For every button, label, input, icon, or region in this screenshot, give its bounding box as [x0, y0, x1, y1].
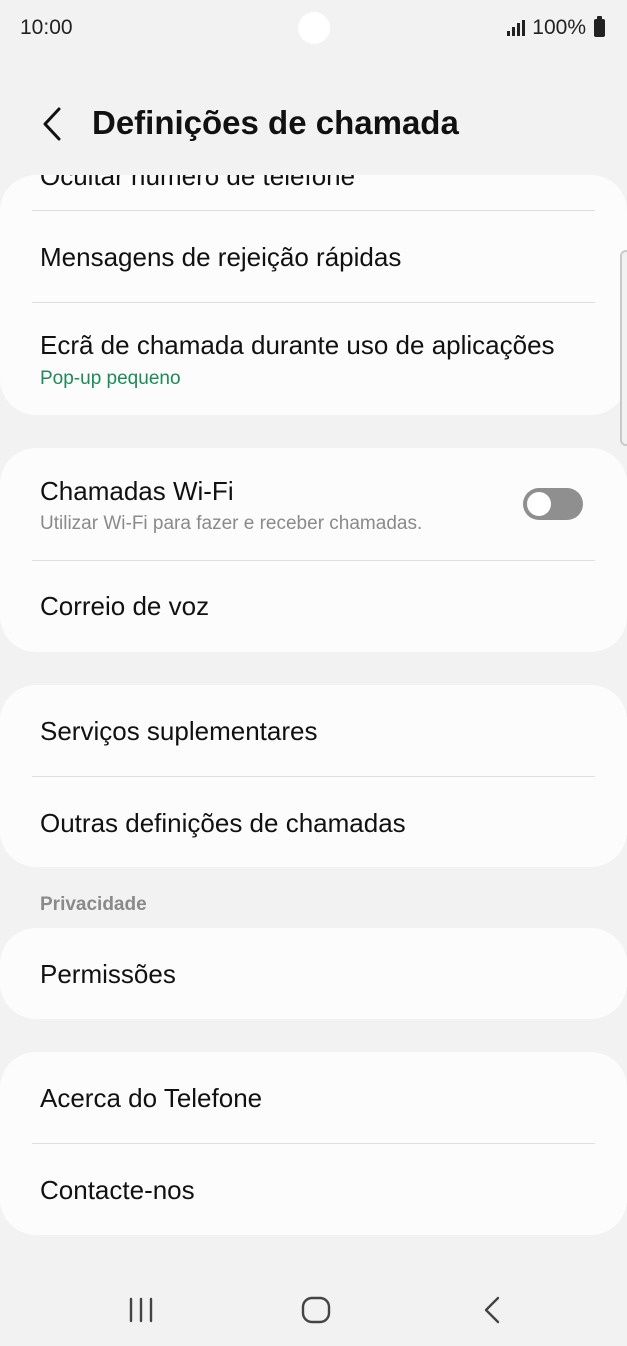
settings-card-privacy: Permissões: [0, 928, 627, 1019]
chevron-left-icon: [43, 107, 61, 141]
item-label: Serviços suplementares: [40, 716, 318, 746]
nav-back-button[interactable]: [462, 1290, 522, 1330]
item-label: Ecrã de chamada durante uso de aplicaçõe…: [40, 330, 555, 360]
wifi-calling-item[interactable]: Chamadas Wi-Fi Utilizar Wi-Fi para fazer…: [0, 448, 627, 560]
status-indicators: 100%: [507, 16, 605, 40]
status-bar: 10:00 100%: [0, 0, 627, 56]
scrollbar[interactable]: [620, 250, 627, 446]
settings-card-display: Ocultar número de telefone Mensagens de …: [0, 175, 627, 415]
partial-item-label: Ocultar número de telefone: [40, 175, 356, 191]
toggle-knob: [525, 490, 553, 518]
wifi-calling-toggle[interactable]: [523, 488, 583, 520]
item-label: Mensagens de rejeição rápidas: [40, 242, 402, 272]
item-label: Contacte-nos: [40, 1175, 195, 1205]
section-header-privacy: Privacidade: [40, 894, 147, 915]
permissions-item[interactable]: Permissões: [0, 928, 627, 1019]
home-icon: [301, 1296, 331, 1324]
settings-card-more: Serviços suplementares Outras definições…: [0, 685, 627, 867]
item-description: Utilizar Wi-Fi para fazer e receber cham…: [40, 513, 423, 534]
home-button[interactable]: [286, 1290, 346, 1330]
recent-apps-icon: [129, 1297, 153, 1323]
page-title: Definições de chamada: [92, 104, 459, 141]
battery-percent: 100%: [532, 16, 586, 39]
contact-us-item[interactable]: Contacte-nos: [0, 1144, 627, 1235]
supplementary-services-item[interactable]: Serviços suplementares: [0, 685, 627, 776]
call-display-while-using-apps-item[interactable]: Ecrã de chamada durante uso de aplicaçõe…: [0, 303, 627, 415]
settings-card-calls: Chamadas Wi-Fi Utilizar Wi-Fi para fazer…: [0, 448, 627, 652]
navigation-bar: [0, 1270, 627, 1346]
settings-card-about: Acerca do Telefone Contacte-nos: [0, 1052, 627, 1235]
item-label: Permissões: [40, 959, 176, 989]
battery-icon: [594, 16, 605, 37]
camera-cutout: [298, 12, 330, 44]
back-icon: [484, 1296, 500, 1324]
screen: 10:00 100% Definições de chamada Ocultar…: [0, 0, 627, 1346]
recent-apps-button[interactable]: [111, 1290, 171, 1330]
about-phone-item[interactable]: Acerca do Telefone: [0, 1052, 627, 1143]
item-label: Outras definições de chamadas: [40, 808, 406, 838]
item-value: Pop-up pequeno: [40, 368, 181, 389]
back-button[interactable]: [30, 102, 74, 146]
voicemail-item[interactable]: Correio de voz: [0, 561, 627, 652]
app-header: Definições de chamada: [0, 90, 627, 160]
item-label: Chamadas Wi-Fi: [40, 476, 234, 506]
item-label: Acerca do Telefone: [40, 1083, 263, 1113]
item-label: Correio de voz: [40, 591, 210, 621]
other-call-settings-item[interactable]: Outras definições de chamadas: [0, 777, 627, 867]
quick-decline-messages-item[interactable]: Mensagens de rejeição rápidas: [0, 211, 627, 303]
status-time: 10:00: [20, 16, 73, 39]
partial-list-item[interactable]: Ocultar número de telefone: [0, 175, 627, 211]
signal-icon: [507, 20, 526, 36]
